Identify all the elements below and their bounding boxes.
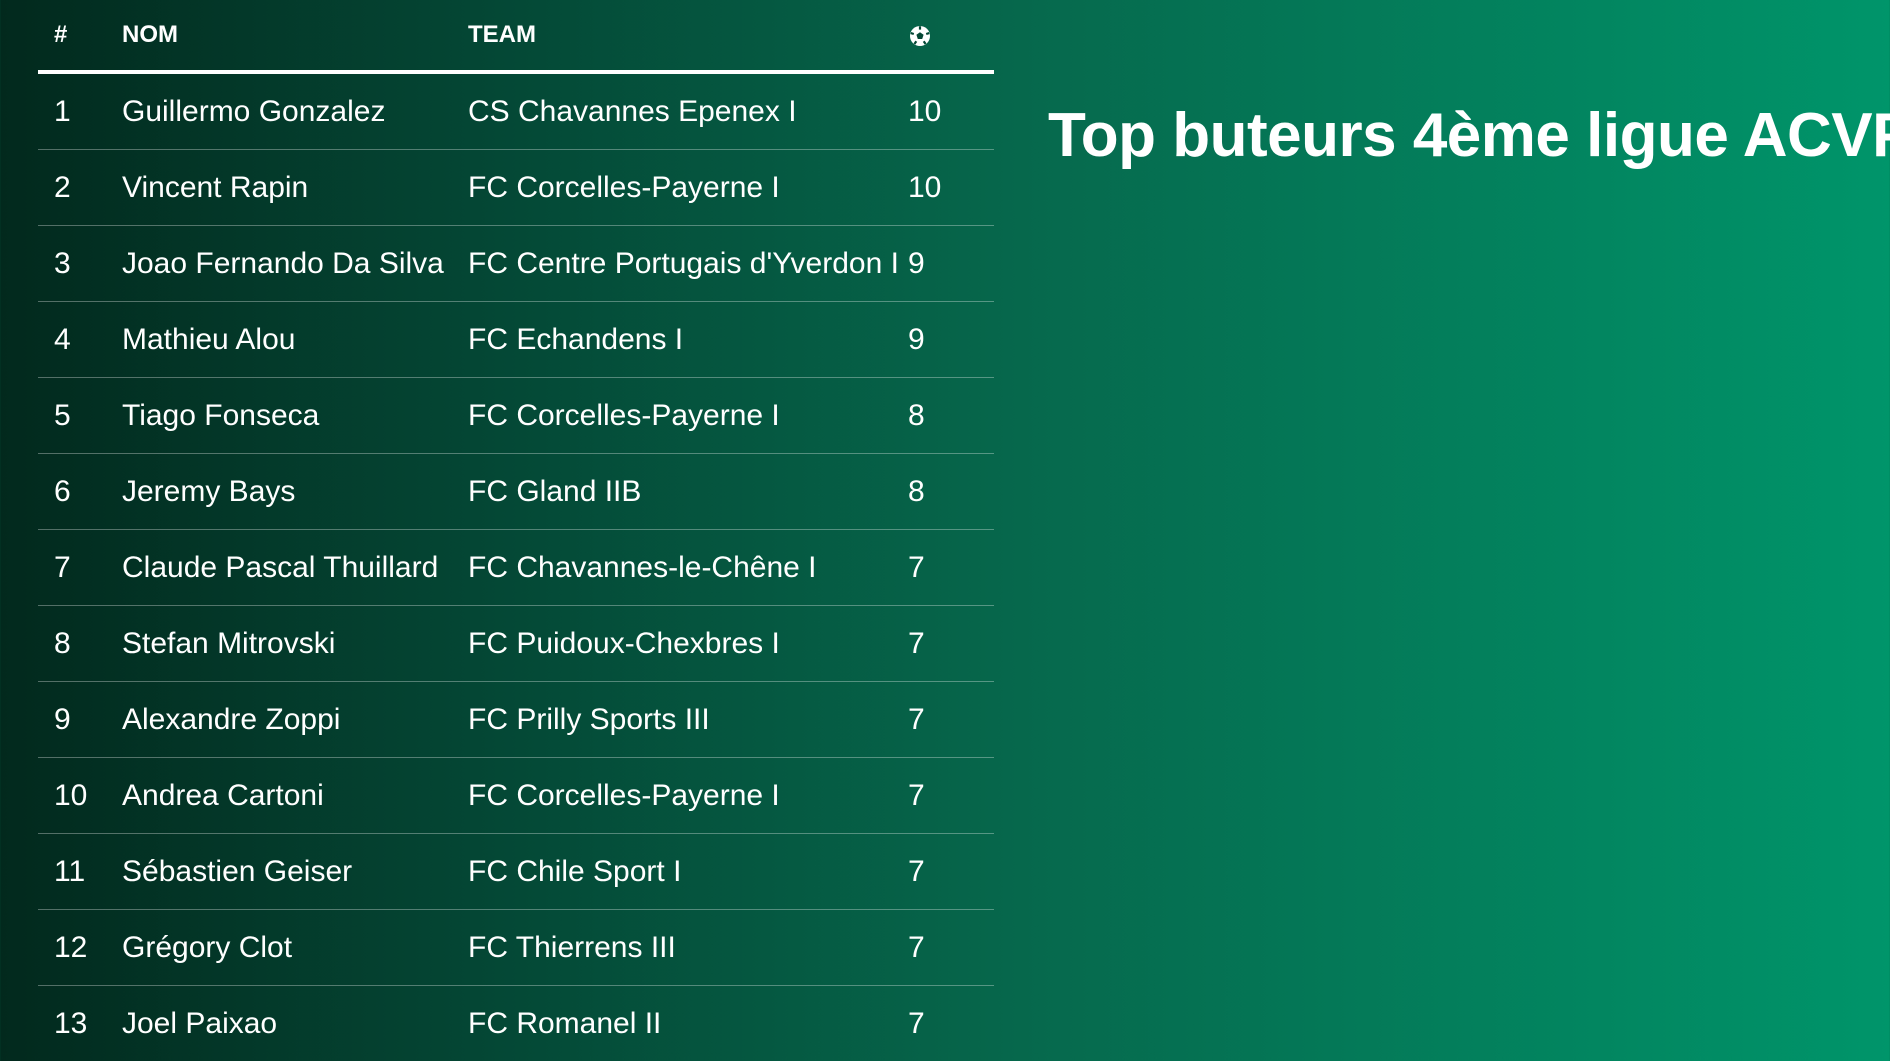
goals-cell: 7 [908,986,994,1061]
table-row: 2Vincent RapinFC Corcelles-Payerne I10 [38,150,994,226]
player-name-cell: Claude Pascal Thuillard [122,530,468,606]
table-row: 5Tiago FonsecaFC Corcelles-Payerne I8 [38,378,994,454]
team-cell: FC Thierrens III [468,910,908,986]
team-cell: FC Corcelles-Payerne I [468,758,908,834]
table-row: 13Joel PaixaoFC Romanel II7 [38,986,994,1061]
rank-cell: 5 [38,378,122,454]
goals-cell: 10 [908,150,994,226]
team-cell: FC Centre Portugais d'Yverdon I [468,226,908,302]
rank-cell: 10 [38,758,122,834]
player-name-cell: Andrea Cartoni [122,758,468,834]
scorers-table: # NOM TEAM 1Guillermo GonzalezCS Chavann… [38,0,994,1061]
goals-column-header [908,0,994,72]
team-cell: FC Chavannes-le-Chêne I [468,530,908,606]
team-column-header: TEAM [468,0,908,72]
table-row: 6Jeremy BaysFC Gland IIB8 [38,454,994,530]
team-cell: CS Chavannes Epenex I [468,72,908,150]
team-cell: FC Echandens I [468,302,908,378]
table-header: # NOM TEAM [38,0,994,72]
team-cell: FC Puidoux-Chexbres I [468,606,908,682]
header-row: # NOM TEAM [38,0,994,72]
team-cell: FC Romanel II [468,986,908,1061]
rank-cell: 6 [38,454,122,530]
rank-cell: 7 [38,530,122,606]
table-row: 11Sébastien GeiserFC Chile Sport I7 [38,834,994,910]
team-cell: FC Corcelles-Payerne I [468,378,908,454]
team-cell: FC Corcelles-Payerne I [468,150,908,226]
table-row: 10Andrea CartoniFC Corcelles-Payerne I7 [38,758,994,834]
rank-cell: 4 [38,302,122,378]
team-cell: FC Prilly Sports III [468,682,908,758]
table-row: 4Mathieu AlouFC Echandens I9 [38,302,994,378]
soccer-ball-icon [908,24,932,48]
goals-cell: 10 [908,72,994,150]
player-name-cell: Mathieu Alou [122,302,468,378]
rank-cell: 1 [38,72,122,150]
rank-cell: 13 [38,986,122,1061]
team-cell: FC Gland IIB [468,454,908,530]
player-name-cell: Tiago Fonseca [122,378,468,454]
player-name-cell: Joao Fernando Da Silva [122,226,468,302]
goals-cell: 7 [908,834,994,910]
rank-cell: 12 [38,910,122,986]
rank-cell: 11 [38,834,122,910]
table-row: 8Stefan MitrovskiFC Puidoux-Chexbres I7 [38,606,994,682]
table-row: 7Claude Pascal ThuillardFC Chavannes-le-… [38,530,994,606]
goals-cell: 7 [908,530,994,606]
goals-cell: 7 [908,606,994,682]
goals-cell: 9 [908,302,994,378]
goals-cell: 7 [908,910,994,986]
goals-cell: 9 [908,226,994,302]
page-title: Top buteurs 4ème ligue ACVF [1048,100,1890,171]
player-name-cell: Guillermo Gonzalez [122,72,468,150]
rank-cell: 9 [38,682,122,758]
table-body: 1Guillermo GonzalezCS Chavannes Epenex I… [38,72,994,1061]
goals-cell: 8 [908,454,994,530]
player-name-cell: Alexandre Zoppi [122,682,468,758]
goals-cell: 8 [908,378,994,454]
rank-column-header: # [38,0,122,72]
name-column-header: NOM [122,0,468,72]
table-row: 9Alexandre ZoppiFC Prilly Sports III7 [38,682,994,758]
player-name-cell: Jeremy Bays [122,454,468,530]
table-row: 3Joao Fernando Da SilvaFC Centre Portuga… [38,226,994,302]
table-row: 1Guillermo GonzalezCS Chavannes Epenex I… [38,72,994,150]
table-row: 12Grégory ClotFC Thierrens III7 [38,910,994,986]
rank-cell: 3 [38,226,122,302]
player-name-cell: Sébastien Geiser [122,834,468,910]
player-name-cell: Stefan Mitrovski [122,606,468,682]
rank-cell: 8 [38,606,122,682]
goals-cell: 7 [908,682,994,758]
player-name-cell: Grégory Clot [122,910,468,986]
player-name-cell: Vincent Rapin [122,150,468,226]
rank-cell: 2 [38,150,122,226]
player-name-cell: Joel Paixao [122,986,468,1061]
goals-cell: 7 [908,758,994,834]
team-cell: FC Chile Sport I [468,834,908,910]
